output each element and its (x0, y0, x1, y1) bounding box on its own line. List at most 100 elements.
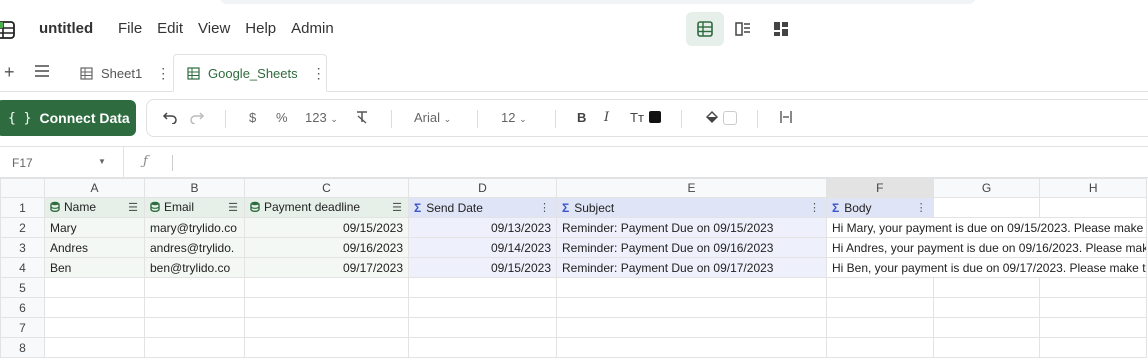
tab-options-icon[interactable]: ⋮ (312, 65, 326, 82)
fill-color-swatch[interactable] (723, 111, 737, 125)
cell-payment-deadline[interactable]: 09/16/2023 (244, 237, 409, 258)
app-logo-icon[interactable] (0, 20, 16, 40)
column-header-h[interactable]: H (1039, 178, 1147, 198)
menu-file[interactable]: File (118, 20, 142, 37)
cell-subject[interactable]: Reminder: Payment Due on 09/17/2023 (556, 257, 827, 278)
italic-button[interactable]: I (604, 110, 609, 125)
text-size-button[interactable]: Tт (630, 110, 644, 125)
row-header[interactable]: 2 (0, 217, 45, 238)
cell[interactable] (408, 297, 557, 318)
header-email-cell[interactable]: Email ☰ (144, 197, 245, 218)
cell[interactable] (244, 317, 409, 338)
currency-format-button[interactable]: $ (249, 110, 256, 125)
cell[interactable] (144, 297, 245, 318)
cell[interactable] (932, 297, 1041, 318)
cell-name[interactable]: Andres (44, 237, 145, 258)
column-header-a[interactable]: A (44, 178, 145, 198)
cell[interactable] (1039, 197, 1147, 218)
row-header[interactable]: 4 (0, 257, 45, 278)
redo-icon[interactable] (189, 110, 205, 127)
cell[interactable] (826, 277, 934, 298)
column-header-c[interactable]: C (244, 178, 409, 198)
row-header[interactable]: 6 (0, 297, 45, 318)
column-header-b[interactable]: B (144, 178, 245, 198)
filter-icon[interactable]: ☰ (128, 201, 138, 214)
filter-icon[interactable]: ☰ (228, 201, 238, 214)
clear-format-icon[interactable] (355, 110, 369, 127)
cell-payment-deadline[interactable]: 09/17/2023 (244, 257, 409, 278)
row-header[interactable]: 7 (0, 317, 45, 338)
fill-color-icon[interactable] (704, 110, 720, 127)
menu-edit[interactable]: Edit (157, 20, 183, 37)
document-title[interactable]: untitled (39, 20, 93, 37)
corner-cell[interactable] (0, 178, 45, 198)
column-header-f[interactable]: F (826, 178, 934, 198)
align-icon[interactable] (779, 110, 793, 127)
cell-body[interactable]: Hi Mary, your payment is due on 09/15/20… (826, 217, 1147, 238)
cell[interactable] (556, 317, 827, 338)
dashboard-view-button[interactable] (762, 12, 800, 46)
cell-reference[interactable]: F17 (12, 156, 33, 170)
tab-options-icon[interactable]: ⋮ (156, 65, 170, 82)
menu-help[interactable]: Help (245, 20, 276, 37)
header-body-cell[interactable]: Σ Body ⋮ (826, 197, 934, 218)
cell-payment-deadline[interactable]: 09/15/2023 (244, 217, 409, 238)
cell[interactable] (1039, 277, 1147, 298)
cell[interactable] (408, 277, 557, 298)
cell[interactable] (244, 297, 409, 318)
cell[interactable] (408, 317, 557, 338)
menu-admin[interactable]: Admin (291, 20, 334, 37)
cell-email[interactable]: mary@trylido.co (144, 217, 245, 238)
cell[interactable] (44, 337, 145, 358)
column-header-g[interactable]: G (932, 178, 1041, 198)
caret-down-icon[interactable]: ▼ (98, 157, 106, 166)
cell[interactable] (932, 197, 1041, 218)
cell[interactable] (44, 297, 145, 318)
grid-view-button[interactable] (686, 12, 724, 46)
cell-name[interactable]: Mary (44, 217, 145, 238)
cell[interactable] (556, 337, 827, 358)
cell[interactable] (556, 297, 827, 318)
column-options-icon[interactable]: ⋮ (539, 201, 550, 214)
cell[interactable] (826, 317, 934, 338)
cell-body[interactable]: Hi Ben, your payment is due on 09/17/202… (826, 257, 1147, 278)
cell[interactable] (932, 317, 1041, 338)
row-header[interactable]: 8 (0, 337, 45, 358)
cell[interactable] (408, 337, 557, 358)
cell-email[interactable]: andres@trylido. (144, 237, 245, 258)
font-family-dropdown[interactable]: Arial ⌄ (414, 110, 451, 125)
column-header-e[interactable]: E (556, 178, 827, 198)
cell[interactable] (144, 317, 245, 338)
filter-icon[interactable]: ☰ (392, 201, 402, 214)
cell-name[interactable]: Ben (44, 257, 145, 278)
cell-email[interactable]: ben@trylido.co (144, 257, 245, 278)
cell[interactable] (556, 277, 827, 298)
cell[interactable] (44, 317, 145, 338)
cell[interactable] (244, 337, 409, 358)
cell-body[interactable]: Hi Andres, your payment is due on 09/16/… (826, 237, 1147, 258)
tab-google-sheets[interactable]: Google_Sheets ⋮ (173, 54, 327, 92)
text-color-swatch[interactable] (649, 111, 661, 123)
top-search-pill[interactable] (220, 0, 976, 4)
cell-send-date[interactable]: 09/15/2023 (408, 257, 557, 278)
header-name-cell[interactable]: Name ☰ (44, 197, 145, 218)
cell-send-date[interactable]: 09/13/2023 (408, 217, 557, 238)
number-format-dropdown[interactable]: 123 ⌄ (305, 110, 338, 125)
undo-icon[interactable] (162, 110, 178, 127)
row-header[interactable]: 5 (0, 277, 45, 298)
cell[interactable] (1039, 297, 1147, 318)
cell[interactable] (144, 337, 245, 358)
cell-subject[interactable]: Reminder: Payment Due on 09/15/2023 (556, 217, 827, 238)
cell[interactable] (826, 297, 934, 318)
tab-sheet1[interactable]: Sheet1 ⋮ (80, 54, 170, 92)
cell-subject[interactable]: Reminder: Payment Due on 09/16/2023 (556, 237, 827, 258)
row-header[interactable]: 3 (0, 237, 45, 258)
header-payment-deadline-cell[interactable]: Payment deadline ☰ (244, 197, 409, 218)
bold-button[interactable]: B (577, 110, 586, 125)
menu-view[interactable]: View (198, 20, 230, 37)
cell[interactable] (1039, 337, 1147, 358)
add-sheet-icon[interactable]: + (4, 62, 15, 83)
sheet-list-menu-icon[interactable] (34, 64, 50, 83)
cell[interactable] (144, 277, 245, 298)
font-size-dropdown[interactable]: 12 ⌄ (501, 110, 527, 125)
